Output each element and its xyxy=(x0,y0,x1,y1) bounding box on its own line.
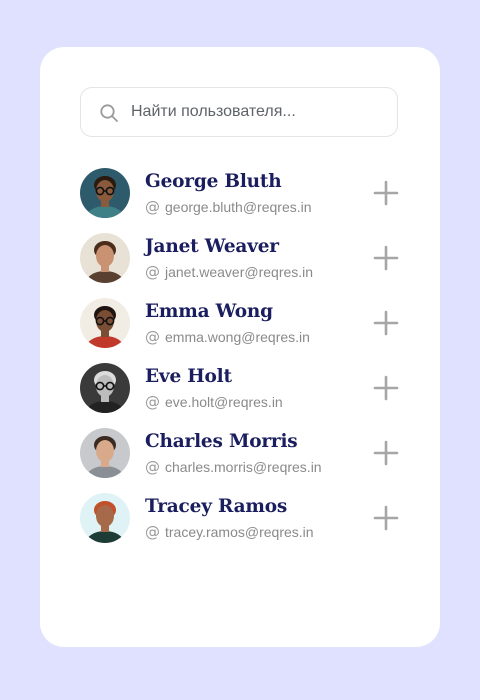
user-name: Emma Wong xyxy=(145,301,273,322)
user-name: Janet Weaver xyxy=(145,236,279,257)
plus-icon xyxy=(373,245,399,271)
avatar xyxy=(80,493,130,543)
user-row: Eve Holt @ eve.holt@reqres.in xyxy=(80,363,400,415)
avatar xyxy=(80,168,130,218)
plus-icon xyxy=(373,180,399,206)
avatar xyxy=(80,363,130,413)
user-row: Charles Morris @ charles.morris@reqres.in xyxy=(80,428,400,480)
user-email-line: @ emma.wong@reqres.in xyxy=(145,329,310,345)
at-icon: @ xyxy=(145,523,160,541)
at-icon: @ xyxy=(145,263,160,281)
add-user-button[interactable] xyxy=(373,310,399,336)
at-icon: @ xyxy=(145,328,160,346)
user-email-line: @ charles.morris@reqres.in xyxy=(145,459,322,475)
plus-icon xyxy=(373,375,399,401)
user-email: janet.weaver@reqres.in xyxy=(165,264,314,280)
plus-icon xyxy=(373,505,399,531)
user-email-line: @ tracey.ramos@reqres.in xyxy=(145,524,314,540)
add-user-button[interactable] xyxy=(373,505,399,531)
add-user-button[interactable] xyxy=(373,180,399,206)
user-row: Janet Weaver @ janet.weaver@reqres.in xyxy=(80,233,400,285)
user-email: tracey.ramos@reqres.in xyxy=(165,524,314,540)
user-email-line: @ george.bluth@reqres.in xyxy=(145,199,312,215)
at-icon: @ xyxy=(145,198,160,216)
user-email: george.bluth@reqres.in xyxy=(165,199,312,215)
user-email: emma.wong@reqres.in xyxy=(165,329,310,345)
user-email: eve.holt@reqres.in xyxy=(165,394,283,410)
user-name: Eve Holt xyxy=(145,366,232,387)
search-input[interactable] xyxy=(131,88,381,136)
add-user-button[interactable] xyxy=(373,245,399,271)
user-name: Tracey Ramos xyxy=(145,496,288,517)
avatar xyxy=(80,428,130,478)
search-box[interactable] xyxy=(80,87,398,137)
user-row: Emma Wong @ emma.wong@reqres.in xyxy=(80,298,400,350)
user-email-line: @ eve.holt@reqres.in xyxy=(145,394,283,410)
plus-icon xyxy=(373,440,399,466)
plus-icon xyxy=(373,310,399,336)
user-row: Tracey Ramos @ tracey.ramos@reqres.in xyxy=(80,493,400,545)
user-name: George Bluth xyxy=(145,171,282,192)
avatar xyxy=(80,233,130,283)
search-icon xyxy=(100,104,118,122)
avatar xyxy=(80,298,130,348)
user-row: George Bluth @ george.bluth@reqres.in xyxy=(80,168,400,220)
user-card: George Bluth @ george.bluth@reqres.in Janet… xyxy=(40,47,440,647)
at-icon: @ xyxy=(145,393,160,411)
user-email: charles.morris@reqres.in xyxy=(165,459,322,475)
user-name: Charles Morris xyxy=(145,431,298,452)
at-icon: @ xyxy=(145,458,160,476)
add-user-button[interactable] xyxy=(373,375,399,401)
user-email-line: @ janet.weaver@reqres.in xyxy=(145,264,313,280)
add-user-button[interactable] xyxy=(373,440,399,466)
